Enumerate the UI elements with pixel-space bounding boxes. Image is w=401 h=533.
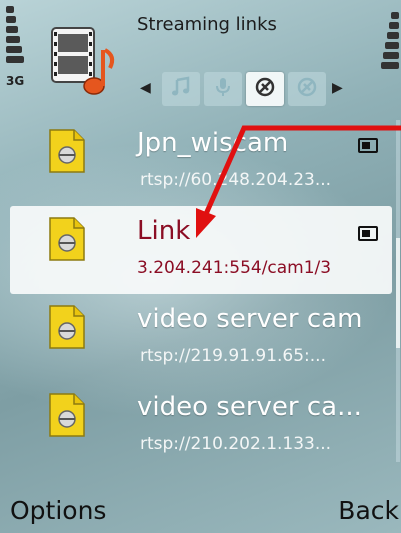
microphone-icon bbox=[212, 76, 234, 102]
list-item[interactable]: video server ca... rtsp://210.202.1.133.… bbox=[0, 382, 392, 470]
list-item[interactable]: Jpn_wiscam rtsp://60.248.204.23... bbox=[0, 118, 392, 206]
item-url: 3.204.241:554/cam1/3 bbox=[137, 258, 332, 278]
video-film-icon bbox=[50, 20, 120, 102]
options-softkey[interactable]: Options bbox=[10, 496, 106, 525]
network-type-label: 3G bbox=[6, 74, 25, 88]
memory-card-icon bbox=[358, 226, 378, 241]
page-title: Streaming links bbox=[137, 14, 277, 35]
tab-music[interactable] bbox=[162, 72, 200, 106]
softkey-bar: Options Back bbox=[0, 492, 401, 532]
item-title: Link bbox=[137, 216, 191, 246]
streaming-link-alt-icon bbox=[295, 75, 319, 103]
link-file-icon bbox=[46, 128, 86, 174]
tab-left-arrow-icon[interactable]: ◀ bbox=[140, 80, 151, 96]
tab-streaming-alt[interactable] bbox=[288, 72, 326, 106]
tab-streaming-links[interactable] bbox=[246, 72, 284, 106]
link-file-icon bbox=[46, 216, 86, 262]
tab-bar: ◀ ▶ bbox=[140, 72, 401, 108]
item-url: rtsp://60.248.204.23... bbox=[140, 170, 332, 190]
list-item[interactable]: video server cam rtsp://219.91.91.65:... bbox=[0, 294, 392, 382]
memory-card-icon bbox=[358, 138, 378, 153]
streaming-link-icon bbox=[253, 75, 277, 103]
tab-right-arrow-icon[interactable]: ▶ bbox=[332, 80, 343, 96]
link-file-icon bbox=[46, 392, 86, 438]
tab-recordings[interactable] bbox=[204, 72, 242, 106]
item-title: video server cam bbox=[137, 304, 363, 334]
item-title: video server ca... bbox=[137, 392, 362, 422]
item-url: rtsp://219.91.91.65:... bbox=[140, 346, 326, 366]
music-icon bbox=[170, 76, 192, 102]
item-url: rtsp://210.202.1.133... bbox=[140, 434, 332, 454]
link-file-icon bbox=[46, 304, 86, 350]
scrollbar[interactable] bbox=[396, 120, 400, 462]
scroll-thumb[interactable] bbox=[396, 238, 400, 348]
back-softkey[interactable]: Back bbox=[338, 496, 399, 525]
list-item-selected[interactable]: Link 3.204.241:554/cam1/3 bbox=[10, 206, 392, 294]
screen: 3G Streaming links ◀ ▶ Jpn_wiscam rtsp:/… bbox=[0, 0, 401, 533]
item-title: Jpn_wiscam bbox=[137, 128, 289, 158]
